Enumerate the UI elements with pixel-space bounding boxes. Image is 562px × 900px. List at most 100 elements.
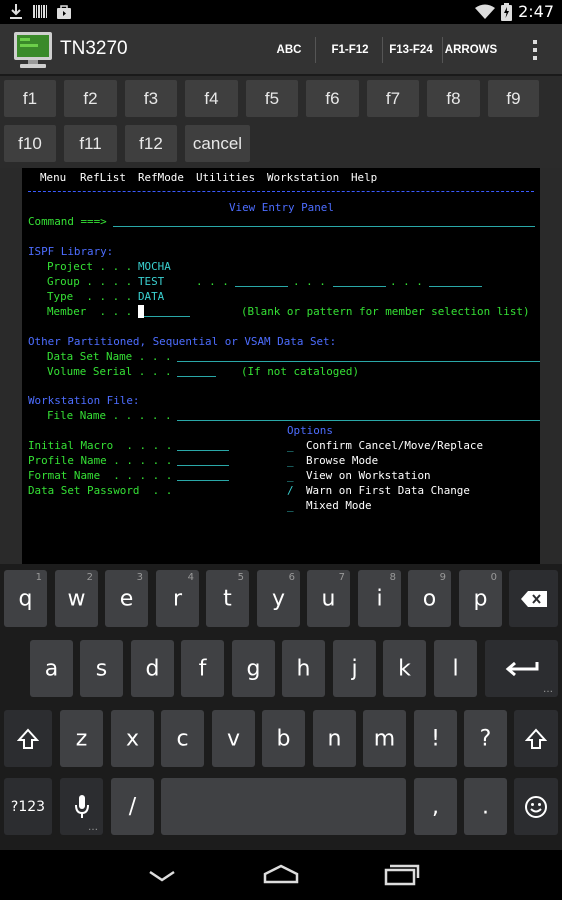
key-g[interactable]: g [232, 640, 275, 697]
arrows-button[interactable]: ARROWS [444, 24, 498, 76]
voice-input-key[interactable]: … [60, 778, 103, 835]
f3-key[interactable]: f3 [125, 80, 177, 117]
f2-key[interactable]: f2 [64, 80, 117, 117]
option-confirm-cancel: Confirm Cancel/Move/Replace [306, 439, 484, 452]
key-exclamation[interactable]: ! [414, 710, 457, 767]
key-i[interactable]: i8 [358, 570, 401, 627]
file-name-field[interactable] [177, 420, 540, 421]
key-o[interactable]: o9 [408, 570, 451, 627]
key-a[interactable]: a [30, 640, 73, 697]
key-slash[interactable]: / [111, 778, 154, 835]
menu-item-help[interactable]: Help [351, 171, 377, 185]
spacebar[interactable] [161, 778, 406, 835]
project-field[interactable]: MOCHA [138, 260, 171, 274]
shift-key-right[interactable] [514, 710, 558, 767]
option-checkbox[interactable]: _ [287, 454, 294, 468]
app-title: TN3270 [60, 38, 128, 59]
f8-key[interactable]: f8 [427, 80, 480, 117]
key-e[interactable]: e3 [105, 570, 148, 627]
group-field-4[interactable] [429, 286, 482, 287]
key-b[interactable]: b [262, 710, 305, 767]
terminal-app-icon[interactable] [14, 30, 52, 70]
clock: 2:47 [518, 2, 554, 21]
shift-key[interactable] [4, 710, 52, 767]
emoji-key[interactable] [514, 778, 558, 835]
key-q[interactable]: q1 [4, 570, 47, 627]
key-y[interactable]: y6 [257, 570, 300, 627]
shift-icon [17, 728, 39, 749]
member-field[interactable] [144, 316, 190, 317]
terminal-screen[interactable]: Menu RefList RefMode Utilities Workstati… [22, 168, 540, 564]
f10-key[interactable]: f10 [4, 125, 56, 162]
recent-apps-icon[interactable] [384, 862, 420, 886]
menu-item-reflist[interactable]: RefList [80, 171, 126, 185]
key-t[interactable]: t5 [206, 570, 249, 627]
format-name-field[interactable] [177, 480, 229, 481]
f4-key[interactable]: f4 [185, 80, 238, 117]
group-field-2[interactable] [235, 286, 288, 287]
key-r[interactable]: r4 [156, 570, 199, 627]
key-s[interactable]: s [80, 640, 123, 697]
key-n[interactable]: n [313, 710, 356, 767]
hide-keyboard-icon[interactable] [146, 862, 178, 886]
wifi-icon [475, 4, 496, 19]
function-key-panel: f1 f2 f3 f4 f5 f6 f7 f8 f9 f10 f11 f12 c… [0, 76, 562, 168]
f1-f12-button[interactable]: F1-F12 [322, 24, 378, 76]
cancel-key[interactable]: cancel [185, 125, 250, 162]
command-input[interactable] [113, 226, 535, 227]
key-l[interactable]: l [434, 640, 477, 697]
key-x[interactable]: x [111, 710, 154, 767]
microphone-icon [74, 794, 89, 818]
key-f[interactable]: f [181, 640, 224, 697]
volume-serial-field[interactable] [177, 376, 216, 377]
home-icon[interactable] [263, 862, 299, 886]
options-label: Options [287, 424, 333, 437]
f7-key[interactable]: f7 [367, 80, 419, 117]
key-d[interactable]: d [131, 640, 174, 697]
type-field[interactable]: DATA [138, 290, 164, 304]
group-field-3[interactable] [333, 286, 386, 287]
profile-name-label: Profile Name . . . . . [28, 454, 173, 467]
key-question[interactable]: ? [464, 710, 507, 767]
option-checkbox[interactable]: _ [287, 499, 294, 513]
menu-item-utilities[interactable]: Utilities [196, 171, 255, 185]
menu-item-menu[interactable]: Menu [40, 171, 66, 185]
key-v[interactable]: v [212, 710, 255, 767]
key-p[interactable]: p0 [459, 570, 502, 627]
option-checkbox[interactable]: / [287, 484, 294, 498]
key-z[interactable]: z [60, 710, 103, 767]
f12-key[interactable]: f12 [125, 125, 177, 162]
panel-title: View Entry Panel [229, 201, 334, 214]
abc-keyboard-button[interactable]: ABC [268, 24, 310, 76]
key-m[interactable]: m [363, 710, 406, 767]
initial-macro-field[interactable] [177, 450, 229, 451]
key-comma[interactable]: , [414, 778, 457, 835]
key-u[interactable]: u7 [307, 570, 350, 627]
option-checkbox[interactable]: _ [287, 439, 294, 453]
enter-key[interactable]: … [485, 640, 558, 697]
backspace-key[interactable] [509, 570, 558, 627]
menu-item-refmode[interactable]: RefMode [138, 171, 184, 185]
overflow-menu-icon[interactable] [532, 38, 538, 62]
option-checkbox[interactable]: _ [287, 469, 294, 483]
key-k[interactable]: k [383, 640, 426, 697]
key-j[interactable]: j [333, 640, 376, 697]
key-c[interactable]: c [161, 710, 204, 767]
f11-key[interactable]: f11 [64, 125, 117, 162]
key-w[interactable]: w2 [55, 570, 98, 627]
f6-key[interactable]: f6 [306, 80, 359, 117]
group-field[interactable]: TEST [138, 275, 164, 289]
group-dots: . . . [196, 275, 229, 288]
f13-f24-button[interactable]: F13-F24 [384, 24, 438, 76]
symbols-key[interactable]: ?123 [4, 778, 52, 835]
f9-key[interactable]: f9 [488, 80, 539, 117]
other-dataset-label: Other Partitioned, Sequential or VSAM Da… [28, 335, 337, 348]
key-period[interactable]: . [464, 778, 507, 835]
profile-name-field[interactable] [177, 465, 229, 466]
shift-icon [525, 728, 547, 749]
f5-key[interactable]: f5 [246, 80, 298, 117]
menu-item-workstation[interactable]: Workstation [267, 171, 339, 185]
f1-key[interactable]: f1 [4, 80, 56, 117]
dataset-name-field[interactable] [177, 361, 540, 362]
key-h[interactable]: h [282, 640, 325, 697]
